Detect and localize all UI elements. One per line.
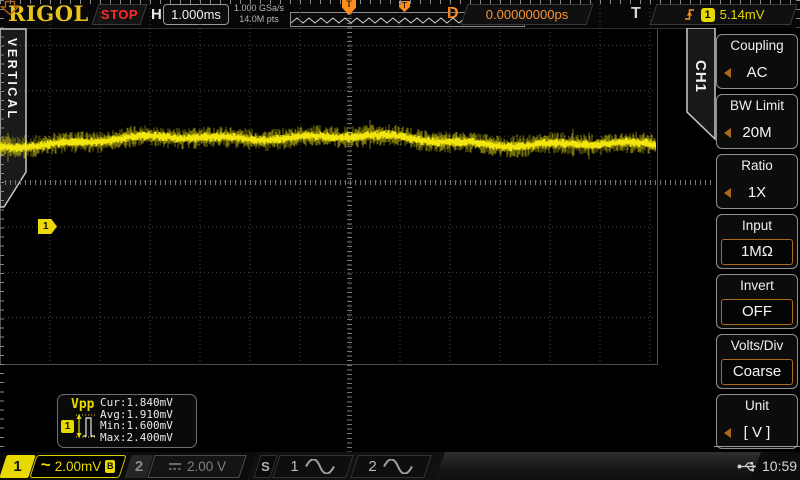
menu-item-value-box: Coarse <box>721 359 793 385</box>
menu-item-label: Invert <box>717 278 797 293</box>
menu-item-value: 1X <box>717 184 797 201</box>
oscilloscope-screen: RIGOL STOP H 1.000ms 1.000 GSa/s 14.0M p… <box>0 0 800 480</box>
soft-menu: Coupling AC BW Limit 20M Ratio 1X Input … <box>714 28 800 446</box>
measurement-channel-badge: 1 <box>61 420 74 433</box>
usb-icon <box>737 460 759 473</box>
menu-item-label: Input <box>717 218 797 233</box>
measurement-values: Cur:1.840mV Avg:1.910mV Min:1.600mV Max:… <box>100 397 173 443</box>
channel-tab-label: CH1 <box>692 60 709 93</box>
source1-number: 1 <box>290 458 298 475</box>
menu-item-coupling[interactable]: Coupling AC <box>716 34 798 89</box>
ac-coupling-icon: ~ <box>41 455 51 475</box>
menu-item-bw-limit[interactable]: BW Limit 20M <box>716 94 798 149</box>
ch2-number: 2 <box>128 455 150 478</box>
bw-limit-icon: B <box>105 460 115 473</box>
menu-item-value-box: OFF <box>721 299 793 325</box>
menu-item-input[interactable]: Input 1MΩ <box>716 214 798 269</box>
ch1-scale-value: 2.00mV <box>55 459 102 474</box>
measurement-row: Max:2.400mV <box>100 432 173 444</box>
menu-item-label: Ratio <box>717 158 797 173</box>
sine-wave-icon <box>382 459 414 474</box>
source-label: S <box>258 456 273 477</box>
channel-tab[interactable]: CH1 <box>686 28 716 142</box>
menu-item-invert[interactable]: Invert OFF <box>716 274 798 329</box>
menu-item-value: 20M <box>717 124 797 141</box>
menu-item-label: Coupling <box>717 38 797 53</box>
vpp-measurement-icon <box>75 409 99 443</box>
measurement-row: Min:1.600mV <box>100 420 173 432</box>
measurement-box: Vpp Cur:1.840mV Avg:1.910mV Min:1.600mV … <box>57 394 197 448</box>
menu-item-unit[interactable]: Unit [ V ] <box>716 394 798 449</box>
ch1-number: 1 <box>3 455 32 478</box>
clock: 10:59 <box>762 458 797 474</box>
source1-indicator[interactable]: 1 <box>272 455 353 478</box>
menu-item-ratio[interactable]: Ratio 1X <box>716 154 798 209</box>
measurement-row: Cur:1.840mV <box>100 397 173 409</box>
trigger-source-badge: 1 <box>701 8 715 22</box>
marker-arrow-icon[interactable] <box>0 0 20 16</box>
graticule: T <box>0 0 658 365</box>
dc-coupling-icon <box>168 461 182 472</box>
menu-item-volts-div[interactable]: Volts/Div Coarse <box>716 334 798 389</box>
menu-item-value-box: 1MΩ <box>721 239 793 265</box>
menu-item-value: AC <box>717 64 797 81</box>
trigger-level-value: 5.14mV <box>720 7 765 22</box>
menu-item-label: BW Limit <box>717 98 797 113</box>
menu-item-value: [ V ] <box>717 424 797 441</box>
menu-item-label: Unit <box>717 398 797 413</box>
ch2-scale-value: 2.00 V <box>187 459 226 474</box>
ch1-scale-box[interactable]: ~ 2.00mV B <box>29 455 126 478</box>
menu-item-label: Volts/Div <box>717 338 797 353</box>
source2-indicator[interactable]: 2 <box>350 455 431 478</box>
rising-edge-icon <box>683 7 696 22</box>
ch1-waveform-trace <box>0 0 656 363</box>
ch2-scale-box[interactable]: 2.00 V <box>147 455 246 478</box>
source2-number: 2 <box>368 458 376 475</box>
bottom-status-bar: 1 ~ 2.00mV B 2 2.00 V S <box>0 452 800 480</box>
sine-wave-icon <box>304 459 336 474</box>
trigger-info-box[interactable]: 1 5.14mV <box>650 4 798 25</box>
menu-separator-line <box>714 446 800 447</box>
